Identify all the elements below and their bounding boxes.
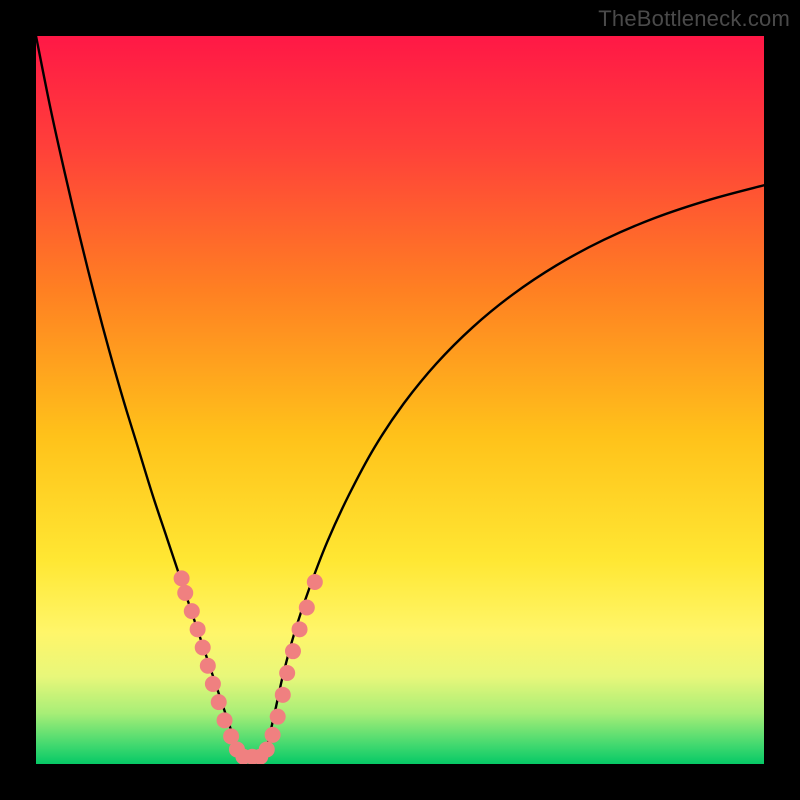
- watermark-text: TheBottleneck.com: [598, 6, 790, 32]
- chart-frame: TheBottleneck.com: [0, 0, 800, 800]
- plot-area: [36, 36, 764, 764]
- gradient-background: [36, 36, 764, 764]
